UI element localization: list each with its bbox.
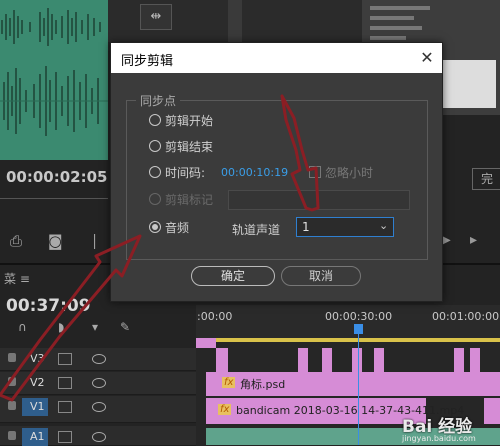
baidu-watermark: Bai 经验 jingyan.baidu.com [388,412,498,444]
watermark-url: jingyan.baidu.com [402,434,476,443]
arrow-to-audio-option [0,234,142,402]
arrow-to-channel-select [280,94,320,212]
annotation-arrows [0,94,320,402]
